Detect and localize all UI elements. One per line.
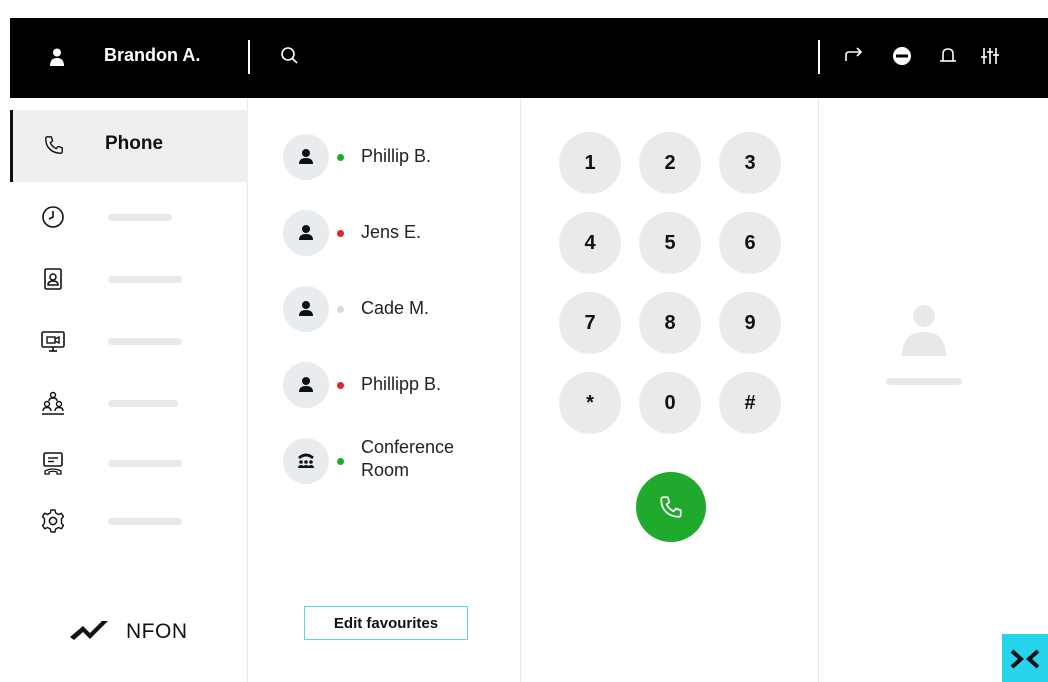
avatar	[283, 134, 329, 180]
sidebar-item-voicemail[interactable]	[10, 442, 248, 486]
divider	[248, 40, 250, 74]
contact-name: Phillip B.	[361, 146, 432, 166]
bell-icon[interactable]	[936, 44, 960, 68]
dial-key[interactable]: #	[719, 372, 781, 434]
group-icon	[42, 391, 64, 415]
person-icon	[299, 301, 313, 316]
favourite-contact[interactable]: Jens E.	[283, 210, 513, 260]
settings-gear-icon	[41, 509, 65, 533]
sidebar-item-groups[interactable]	[10, 382, 248, 426]
status-dot	[337, 458, 344, 465]
dial-key[interactable]: 9	[719, 292, 781, 354]
name-placeholder	[886, 378, 962, 385]
person-icon	[299, 149, 313, 164]
contact-name: Conference Room	[361, 437, 455, 480]
top-bar: Brandon A.	[10, 18, 1048, 98]
sidebar-item-contacts[interactable]	[10, 258, 248, 302]
user-icon	[50, 48, 64, 66]
label-placeholder	[108, 338, 182, 345]
avatar	[283, 438, 329, 484]
contacts-icon	[44, 268, 62, 290]
dial-key[interactable]: 7	[559, 292, 621, 354]
video-meeting-icon	[41, 331, 65, 352]
nfon-logo-icon	[70, 621, 108, 640]
call-forward-icon[interactable]	[842, 44, 866, 68]
do-not-disturb-icon[interactable]	[890, 44, 914, 68]
call-button[interactable]	[636, 472, 706, 542]
contact-name: Cade M.	[361, 298, 430, 318]
dial-key[interactable]: 2	[639, 132, 701, 194]
sidebar-item-phone[interactable]: Phone	[10, 110, 248, 182]
person-placeholder-icon	[902, 305, 946, 356]
voicemail-icon	[43, 452, 63, 475]
favourite-conference-room[interactable]: Conference Room	[283, 437, 513, 488]
label-placeholder	[108, 518, 182, 525]
dial-key[interactable]: 6	[719, 212, 781, 274]
dial-key[interactable]: 0	[639, 372, 701, 434]
favourite-contact[interactable]: Cade M.	[283, 286, 513, 336]
dial-key[interactable]: 8	[639, 292, 701, 354]
favourite-contact[interactable]: Phillip B.	[283, 134, 513, 184]
dial-key[interactable]: 1	[559, 132, 621, 194]
contact-name: Jens E.	[361, 222, 422, 242]
dial-key[interactable]: 4	[559, 212, 621, 274]
brand-text: NFON	[126, 620, 188, 643]
chevrons-logo-icon	[1010, 649, 1040, 669]
dial-key[interactable]: 5	[639, 212, 701, 274]
search-icon[interactable]	[278, 44, 302, 68]
sidebar-item-video[interactable]	[10, 320, 248, 364]
status-dot	[337, 154, 344, 161]
sidebar-item-history[interactable]	[10, 196, 248, 240]
sidebar-item-settings[interactable]	[10, 500, 248, 544]
avatar	[283, 210, 329, 256]
settings-sliders-icon[interactable]	[978, 44, 1002, 68]
edit-favourites-button[interactable]: Edit favourites	[304, 606, 468, 640]
status-dot	[337, 230, 344, 237]
brand-logo: NFON	[70, 618, 210, 646]
favourites-list: Phillip B. Jens E. Cade M. Phillipp B. C…	[249, 98, 521, 682]
dial-key[interactable]: 3	[719, 132, 781, 194]
person-icon	[299, 377, 313, 392]
phone-icon	[660, 496, 682, 518]
favourite-contact[interactable]: Phillipp B.	[283, 362, 513, 412]
dialpad: 1 2 3 4 5 6 7 8 9 * 0 #	[522, 98, 819, 682]
contact-name: Phillipp B.	[361, 374, 442, 394]
label-placeholder	[108, 214, 172, 221]
label-placeholder	[108, 460, 182, 467]
phone-icon	[45, 136, 63, 154]
person-icon	[299, 225, 313, 240]
label-placeholder	[108, 400, 178, 407]
status-dot	[337, 382, 344, 389]
history-clock-icon	[42, 206, 64, 228]
sidebar-item-label: Phone	[105, 133, 164, 154]
divider	[818, 40, 820, 74]
contact-detail-panel	[820, 98, 1048, 682]
user-name[interactable]: Brandon A.	[104, 45, 200, 66]
app-logo	[1002, 634, 1048, 682]
label-placeholder	[108, 276, 182, 283]
sidebar: Phone NFON	[10, 98, 248, 682]
avatar	[283, 286, 329, 332]
conference-icon	[298, 453, 314, 468]
avatar	[283, 362, 329, 408]
dial-key[interactable]: *	[559, 372, 621, 434]
status-dot	[337, 306, 344, 313]
